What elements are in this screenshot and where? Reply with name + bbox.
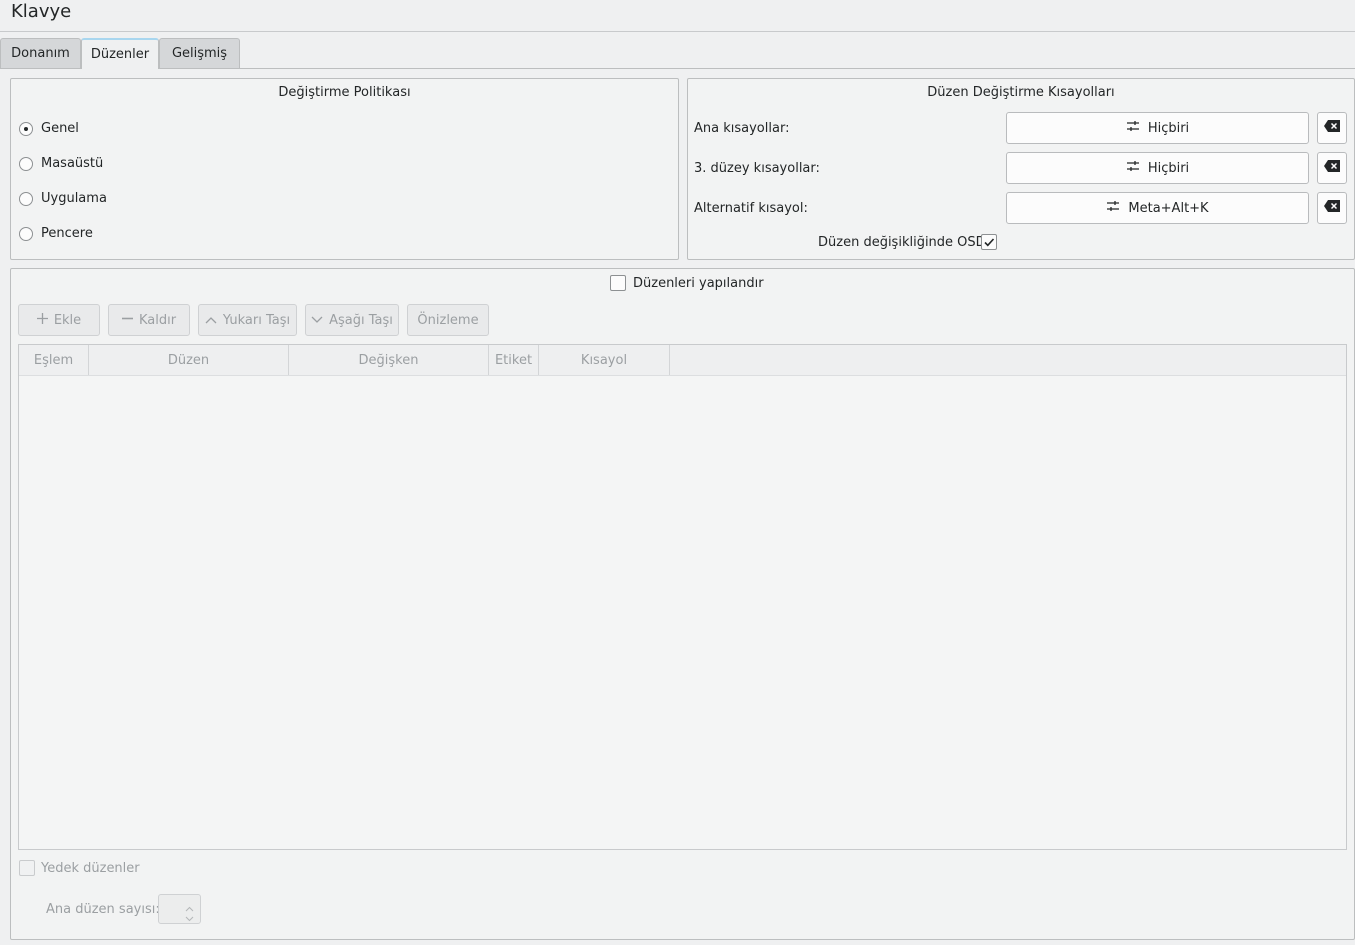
plus-icon — [36, 312, 48, 328]
column-header-label[interactable]: Etiket — [489, 345, 539, 375]
main-shortcuts-button[interactable]: Hiçbiri — [1006, 112, 1309, 144]
column-header-map[interactable]: Eşlem — [19, 345, 89, 375]
third-level-shortcuts-value: Hiçbiri — [1147, 160, 1190, 176]
configure-layouts-label[interactable]: Düzenleri yapılandır — [633, 276, 764, 291]
column-header-map-label: Eşlem — [33, 352, 74, 368]
preview-button-label: Önizleme — [417, 312, 479, 328]
column-header-shortcut[interactable]: Kısayol — [539, 345, 670, 375]
third-level-shortcuts-clear-button[interactable] — [1317, 152, 1347, 184]
alternative-shortcut-button[interactable]: Meta+Alt+K — [1006, 192, 1309, 224]
tab-advanced-label: Gelişmiş — [171, 46, 228, 61]
column-header-variant-label: Değişken — [358, 352, 419, 368]
column-header-shortcut-label: Kısayol — [580, 352, 628, 368]
spare-layouts-checkbox[interactable] — [19, 860, 35, 876]
checkmark-icon — [983, 236, 995, 252]
tab-hardware[interactable]: Donanım — [0, 38, 81, 68]
radio-application[interactable] — [19, 192, 33, 206]
radio-global[interactable] — [19, 122, 33, 136]
tab-hardware-label: Donanım — [11, 46, 70, 61]
radio-window-indicator[interactable] — [19, 227, 33, 241]
radio-global-indicator[interactable] — [19, 122, 33, 136]
switching-policy-group: Değiştirme Politikası Genel Masaüstü Uyg… — [10, 78, 679, 260]
osd-checkbox[interactable] — [981, 234, 997, 250]
osd-checkbox-box[interactable] — [981, 234, 997, 250]
title-divider — [0, 31, 1355, 32]
radio-window-label[interactable]: Pencere — [41, 226, 93, 241]
third-level-shortcuts-button[interactable]: Hiçbiri — [1006, 152, 1309, 184]
chevron-down-icon — [311, 313, 323, 328]
tab-layouts[interactable]: Düzenler — [81, 38, 159, 69]
column-header-layout[interactable]: Düzen — [89, 345, 289, 375]
osd-label[interactable]: Düzen değişikliğinde OSD — [818, 235, 986, 250]
radio-application-indicator[interactable] — [19, 192, 33, 206]
radio-desktop-label[interactable]: Masaüstü — [41, 156, 103, 171]
main-shortcuts-clear-button[interactable] — [1317, 112, 1347, 144]
alternative-shortcut-label: Alternatif kısayol: — [694, 201, 808, 216]
alternative-shortcut-value: Meta+Alt+K — [1128, 200, 1209, 216]
configure-layouts-checkbox[interactable] — [610, 275, 626, 291]
tab-advanced[interactable]: Gelişmiş — [159, 38, 240, 68]
spare-layouts-label[interactable]: Yedek düzenler — [41, 861, 140, 876]
radio-application-label[interactable]: Uygulama — [41, 191, 107, 206]
layouts-table[interactable]: Eşlem Düzen Değişken Etiket Kısayol — [18, 344, 1347, 850]
minus-icon — [121, 313, 133, 328]
add-button-label: Ekle — [53, 312, 82, 328]
move-up-button-label: Yukarı Taşı — [222, 312, 291, 328]
shortcut-settings-icon — [1126, 160, 1140, 176]
tab-bar-divider — [0, 68, 1355, 69]
main-layout-count-label: Ana düzen sayısı: — [46, 902, 160, 917]
spin-down-icon[interactable] — [185, 911, 194, 926]
add-button[interactable]: Ekle — [18, 304, 100, 336]
main-shortcuts-label: Ana kısayollar: — [694, 121, 790, 136]
shortcut-settings-icon — [1126, 120, 1140, 136]
tab-layouts-label: Düzenler — [90, 47, 150, 62]
radio-global-label[interactable]: Genel — [41, 121, 79, 136]
shortcuts-group: Düzen Değiştirme Kısayolları Ana kısayol… — [687, 78, 1355, 260]
remove-button-label: Kaldır — [138, 312, 177, 328]
column-header-label-label: Etiket — [494, 352, 533, 368]
window-title: Klavye — [11, 1, 72, 22]
move-down-button[interactable]: Aşağı Taşı — [305, 304, 399, 336]
backspace-icon — [1324, 120, 1340, 136]
switching-policy-title: Değiştirme Politikası — [278, 85, 411, 100]
radio-window[interactable] — [19, 227, 33, 241]
main-layout-count-spinbox[interactable] — [158, 894, 201, 924]
backspace-icon — [1324, 160, 1340, 176]
spare-layouts-checkbox-box[interactable] — [19, 860, 35, 876]
shortcuts-title: Düzen Değiştirme Kısayolları — [927, 85, 1115, 100]
move-down-button-label: Aşağı Taşı — [329, 312, 393, 328]
third-level-shortcuts-label: 3. düzey kısayollar: — [694, 161, 820, 176]
move-up-button[interactable]: Yukarı Taşı — [198, 304, 297, 336]
column-header-variant[interactable]: Değişken — [289, 345, 489, 375]
chevron-up-icon — [205, 313, 217, 328]
configure-layouts-checkbox-box[interactable] — [610, 275, 626, 291]
shortcut-settings-icon — [1106, 200, 1120, 216]
radio-desktop-indicator[interactable] — [19, 157, 33, 171]
preview-button[interactable]: Önizleme — [407, 304, 489, 336]
column-header-layout-label: Düzen — [167, 352, 210, 368]
main-shortcuts-value: Hiçbiri — [1147, 120, 1190, 136]
radio-desktop[interactable] — [19, 157, 33, 171]
alternative-shortcut-clear-button[interactable] — [1317, 192, 1347, 224]
backspace-icon — [1324, 200, 1340, 216]
remove-button[interactable]: Kaldır — [108, 304, 190, 336]
